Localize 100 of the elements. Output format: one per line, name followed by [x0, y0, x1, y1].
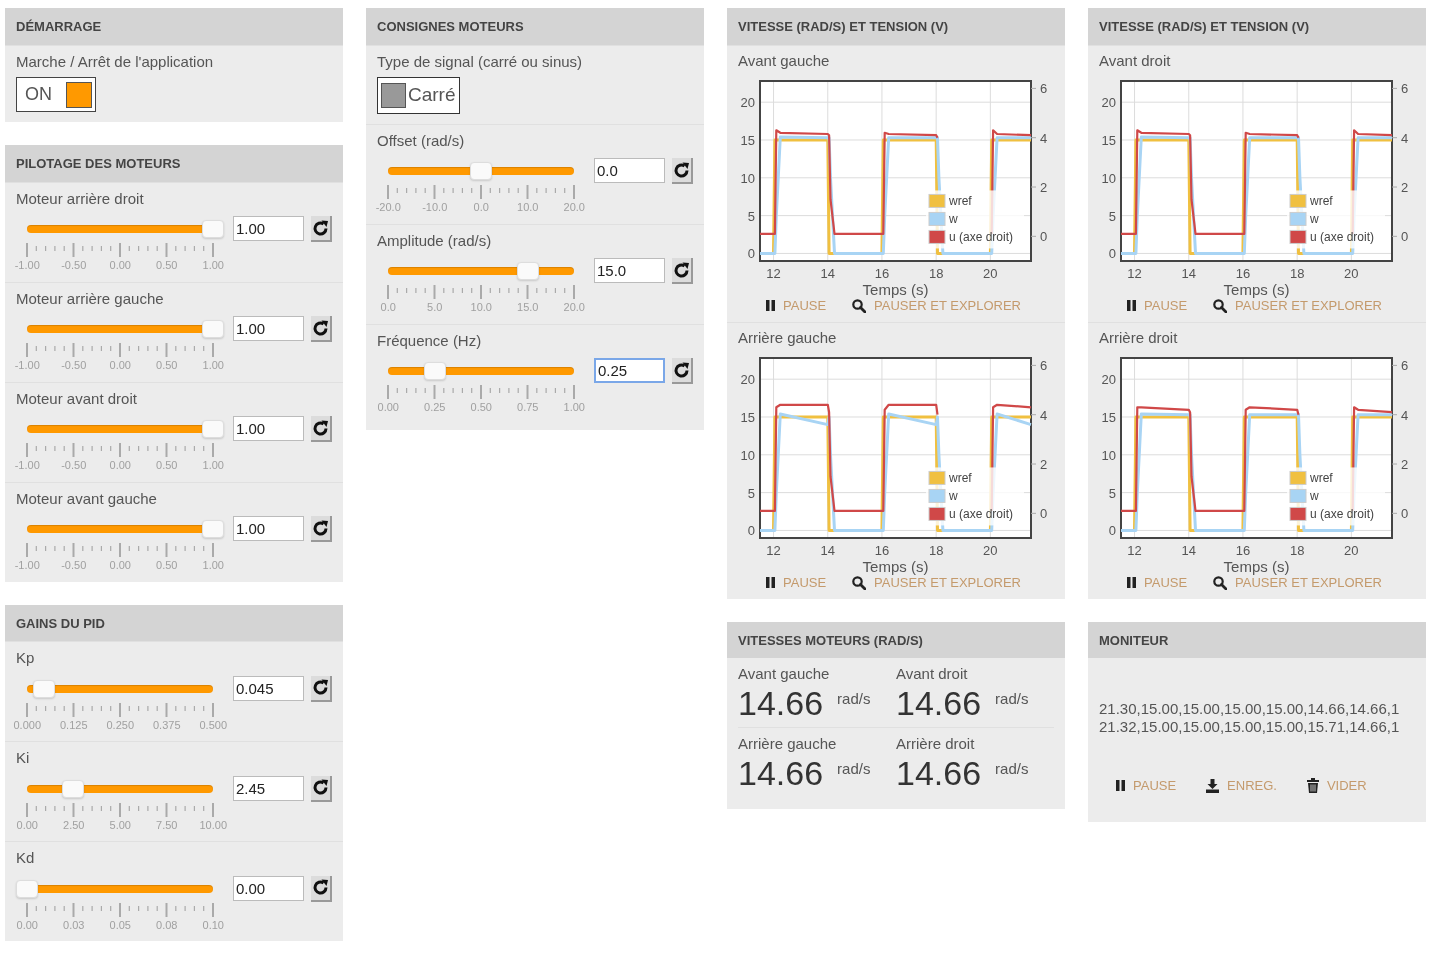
axis-tick-label: 20: [1344, 543, 1359, 558]
scale-label: 0.250: [105, 717, 135, 733]
value-input[interactable]: 0.25: [594, 358, 665, 383]
scale-label: 0.00: [15, 917, 39, 933]
value-input[interactable]: 0.0: [594, 158, 665, 183]
slider-thumb[interactable]: [202, 220, 224, 238]
value-input[interactable]: 2.45: [233, 775, 304, 801]
reset-button[interactable]: [311, 875, 332, 902]
chart-title: Arrière droit: [1099, 327, 1179, 348]
scale-label: 5.0: [426, 300, 444, 315]
slider-thumb[interactable]: [32, 679, 55, 698]
axis-tick-label: 15: [740, 410, 755, 425]
axis-tick-label: 0: [1040, 229, 1048, 245]
value-input[interactable]: 15.0: [594, 258, 665, 283]
axis-tick-label: 2: [1401, 457, 1409, 473]
axis-tick-label: 18: [1289, 266, 1305, 281]
speed-unit: rad/s: [995, 759, 1029, 777]
axis-tick-label: 6: [1040, 81, 1048, 97]
axis-tick-label: 12: [1127, 266, 1142, 281]
refresh-icon: [312, 519, 329, 537]
legend-swatch: [1289, 193, 1307, 208]
scale-label: 0.0: [472, 200, 490, 215]
legend-label: u (axe droit): [1310, 507, 1375, 522]
legend-label: w: [1310, 212, 1319, 227]
axis-tick-label: 16: [874, 543, 890, 558]
panel-header: GAINS DU PID: [5, 604, 343, 641]
value-input[interactable]: 1.00: [233, 216, 304, 241]
slider-label: Moteur arrière droit: [16, 188, 145, 209]
scale-label: 1.00: [201, 458, 225, 473]
reset-button[interactable]: [311, 675, 332, 702]
speed-label: Avant droit: [896, 664, 969, 684]
legend-label: wref: [1310, 471, 1333, 486]
scale-label: 0.500: [198, 717, 228, 733]
search-icon: [1213, 298, 1228, 313]
value-input[interactable]: 1.00: [233, 516, 304, 541]
scale-label: 0.50: [155, 358, 179, 373]
axis-tick-label: 14: [1181, 543, 1196, 558]
scale-label: 0.00: [108, 558, 132, 573]
signal-type-label: Type de signal (carré ou sinus): [377, 51, 584, 72]
slider-thumb[interactable]: [516, 262, 539, 280]
slider-thumb[interactable]: [202, 420, 224, 438]
legend-swatch: [928, 229, 946, 244]
slider-thumb[interactable]: [202, 520, 224, 538]
scale-label: 0.05: [108, 917, 132, 933]
refresh-icon: [312, 879, 329, 896]
scale-label: 0.00: [108, 258, 132, 273]
trash-icon: [1306, 778, 1319, 794]
speed-value: 14.66: [896, 683, 982, 722]
panel-header: CONSIGNES MOTEURS: [366, 8, 704, 45]
slider-thumb[interactable]: [61, 779, 84, 798]
pause-icon: [766, 577, 775, 589]
reset-button[interactable]: [311, 416, 332, 442]
axis-tick-label: 5: [1108, 208, 1116, 224]
signal-type-toggle[interactable]: Carré: [377, 77, 460, 114]
reset-button[interactable]: [311, 516, 332, 542]
value-input[interactable]: 1.00: [233, 316, 304, 341]
scale-label: 2.50: [62, 817, 86, 833]
on-off-toggle[interactable]: ON: [16, 77, 96, 112]
slider-thumb[interactable]: [16, 879, 38, 898]
slider-label: Amplitude (rad/s): [377, 230, 493, 251]
reset-button[interactable]: [672, 358, 693, 384]
slider-thumb[interactable]: [202, 320, 224, 338]
axis-tick-label: 12: [1127, 543, 1142, 558]
legend-label: u (axe droit): [949, 507, 1014, 522]
download-icon: [1206, 778, 1220, 793]
legend-label: w: [949, 489, 958, 504]
chart-title: Avant gauche: [738, 50, 831, 71]
axis-tick-label: 20: [983, 543, 998, 558]
slider-label: Moteur avant gauche: [16, 488, 158, 509]
refresh-icon: [312, 419, 329, 437]
axis-tick-label: 0: [747, 523, 755, 539]
reset-button[interactable]: [672, 158, 693, 184]
scale-label: 0.00: [15, 817, 39, 833]
axis-tick-label: 5: [1108, 485, 1116, 501]
slider-label: Moteur arrière gauche: [16, 288, 165, 309]
slider-thumb[interactable]: [470, 162, 492, 180]
value-input[interactable]: 0.00: [233, 875, 304, 901]
legend-label: wref: [949, 194, 972, 209]
axis-tick-label: 0: [1108, 523, 1116, 539]
value-input[interactable]: 0.045: [233, 675, 304, 701]
search-icon: [852, 298, 867, 313]
axis-tick-label: 14: [820, 266, 835, 281]
reset-button[interactable]: [311, 316, 332, 342]
scale-label: -0.50: [60, 458, 88, 473]
slider-thumb[interactable]: [423, 362, 446, 380]
reset-button[interactable]: [672, 258, 693, 284]
axis-tick-label: 20: [1101, 95, 1116, 111]
slider-label: Offset (rad/s): [377, 130, 466, 151]
reset-button[interactable]: [311, 775, 332, 802]
axis-tick-label: 4: [1040, 130, 1048, 146]
scale-label: -20.0: [374, 200, 402, 215]
reset-button[interactable]: [311, 216, 332, 242]
axis-tick-label: 20: [740, 95, 755, 111]
search-icon: [1213, 575, 1228, 590]
search-icon: [852, 575, 867, 590]
scale-label: 0.00: [108, 458, 132, 473]
value-input[interactable]: 1.00: [233, 416, 304, 441]
monitor-line: 21.32,15.00,15.00,15.00,15.00,15.71,14.66,1: [1099, 718, 1401, 736]
axis-tick-label: 4: [1401, 130, 1409, 146]
axis-title: Temps (s): [862, 558, 929, 575]
